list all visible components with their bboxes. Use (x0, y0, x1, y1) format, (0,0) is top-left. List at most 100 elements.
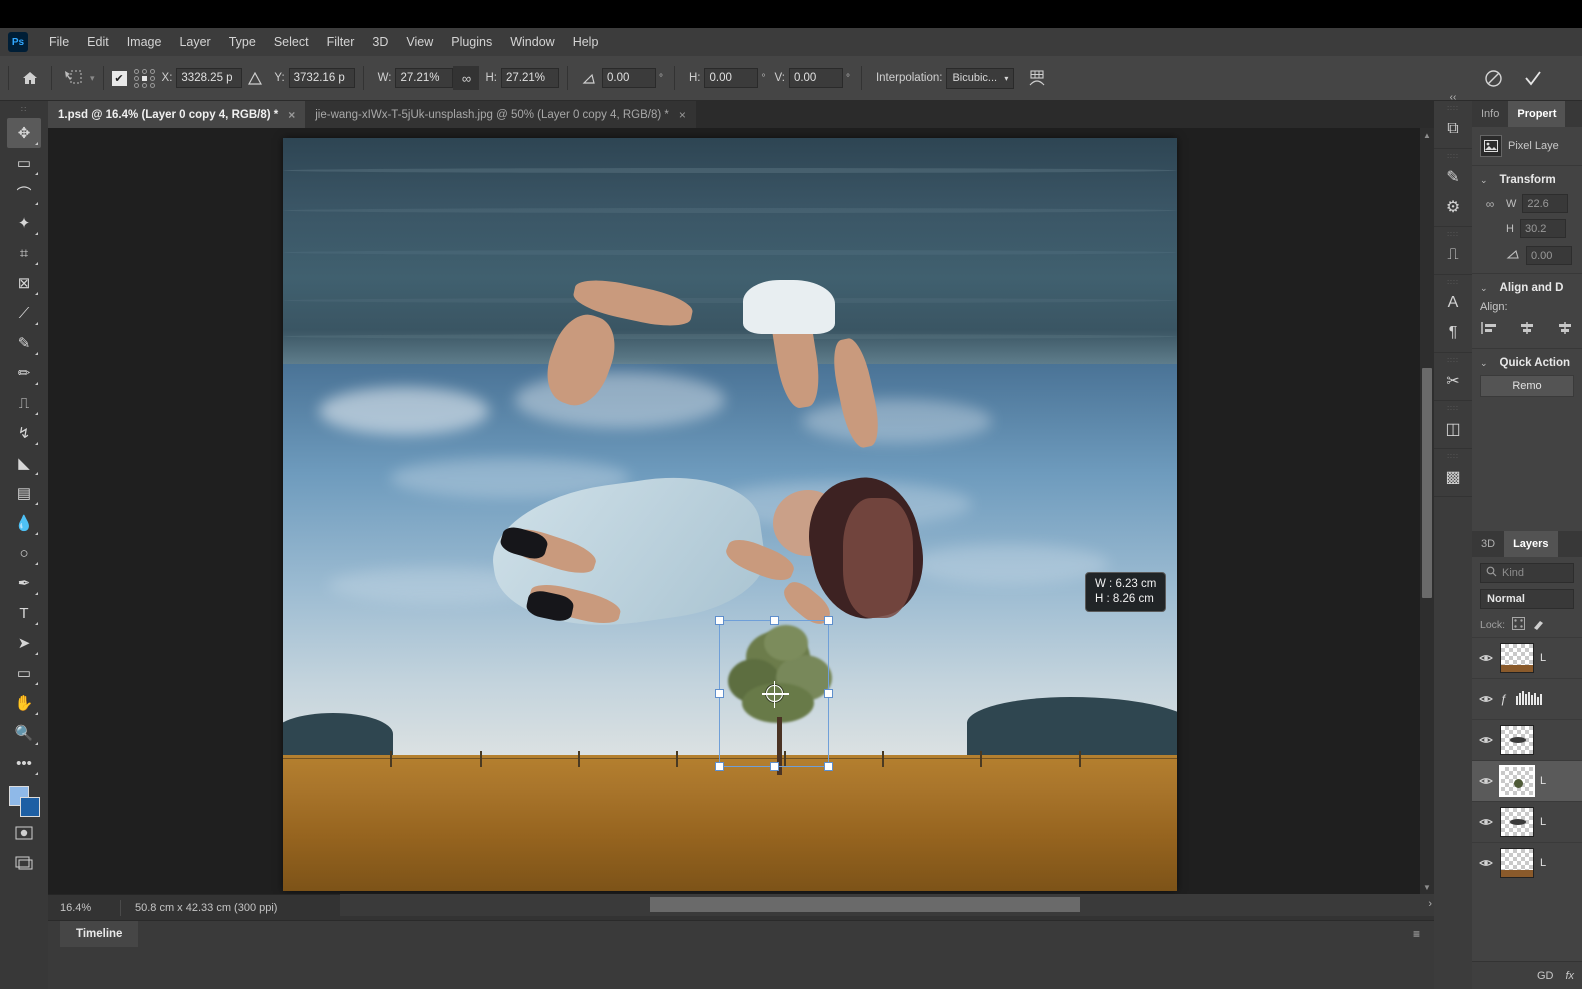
panel-grip[interactable]: :::: (1447, 405, 1459, 412)
handle-bottom-center[interactable] (769, 762, 779, 771)
character-panel-icon[interactable]: A (1438, 288, 1468, 318)
menu-item-type[interactable]: Type (220, 31, 265, 53)
quick-mask-icon[interactable] (7, 818, 41, 848)
tab-layers[interactable]: Layers (1504, 531, 1558, 557)
clone-stamp-tool[interactable]: ⎍ (7, 388, 41, 418)
history-brush-tool[interactable]: ↯ (7, 418, 41, 448)
layer-row[interactable]: ƒ (1472, 678, 1582, 719)
close-icon[interactable]: × (288, 108, 295, 122)
edit-toolbar-tool[interactable]: ••• (7, 748, 41, 778)
status-right-arrow[interactable]: › (1428, 898, 1432, 910)
layer-thumbnail[interactable] (1500, 848, 1534, 878)
hand-tool[interactable]: ✋ (7, 688, 41, 718)
dodge-tool[interactable]: ○ (7, 538, 41, 568)
remove-background-button[interactable]: Remo (1480, 375, 1574, 397)
menu-item-file[interactable]: File (40, 31, 78, 53)
menu-item-3d[interactable]: 3D (363, 31, 397, 53)
relative-position-icon[interactable] (242, 65, 268, 91)
menu-item-plugins[interactable]: Plugins (442, 31, 501, 53)
panel-grip[interactable]: ∷ (21, 105, 27, 114)
handle-middle-left[interactable] (715, 689, 724, 698)
crop-tool[interactable]: ⌗ (7, 238, 41, 268)
transform-reference-point[interactable] (761, 681, 789, 708)
lock-image-pixels-icon[interactable] (1532, 617, 1545, 633)
layer-visibility-icon[interactable] (1478, 858, 1494, 868)
eraser-tool[interactable]: ◣ (7, 448, 41, 478)
panel-grip[interactable]: :::: (1447, 453, 1459, 460)
layer-filter-input[interactable]: Kind (1480, 563, 1574, 583)
layer-visibility-icon[interactable] (1478, 776, 1494, 786)
align-right-icon[interactable] (1556, 321, 1574, 340)
object-selection-tool[interactable]: ✦ (7, 208, 41, 238)
chevron-down-icon[interactable]: ⌄ (1480, 358, 1488, 369)
home-icon[interactable] (17, 65, 43, 91)
layer-thumbnail[interactable] (1500, 807, 1534, 837)
angle-input[interactable]: 0.00 (601, 68, 656, 88)
transform-bounding-box[interactable] (715, 616, 833, 771)
link-layers-icon[interactable]: GD (1537, 970, 1554, 982)
skew-h-input[interactable]: 0.00 (704, 68, 759, 88)
y-input[interactable]: 3732.16 p (288, 68, 355, 88)
panel-grip[interactable]: :::: (1447, 153, 1459, 160)
layer-row[interactable]: L (1472, 760, 1582, 801)
tab-properties[interactable]: Propert (1508, 101, 1566, 127)
handle-top-right[interactable] (824, 616, 833, 625)
horizontal-type-tool[interactable]: T (7, 598, 41, 628)
brush-presets-icon[interactable]: ⚙ (1438, 192, 1468, 222)
interpolation-select[interactable]: Bicubic... ▾ (946, 67, 1015, 89)
rectangular-marquee-tool[interactable]: ▭ (7, 148, 41, 178)
transform-angle-input[interactable]: 0.00 (1526, 246, 1572, 265)
layer-styles-icon[interactable]: fx (1565, 970, 1574, 982)
handle-bottom-left[interactable] (715, 762, 724, 771)
scroll-down-icon[interactable]: ▼ (1420, 880, 1434, 894)
blur-tool[interactable]: 💧 (7, 508, 41, 538)
warp-icon[interactable] (1024, 65, 1050, 91)
menu-item-image[interactable]: Image (118, 31, 171, 53)
menu-item-filter[interactable]: Filter (318, 31, 364, 53)
h-input[interactable]: 27.21% (500, 68, 559, 88)
layer-row[interactable]: L (1472, 637, 1582, 678)
tab-3d[interactable]: 3D (1472, 531, 1504, 557)
pen-tool[interactable]: ✒ (7, 568, 41, 598)
handle-bottom-right[interactable] (824, 762, 833, 771)
layer-thumbnail[interactable] (1500, 725, 1534, 755)
lock-transparent-pixels-icon[interactable] (1512, 617, 1526, 633)
menu-item-help[interactable]: Help (564, 31, 608, 53)
cancel-transform-icon[interactable] (1480, 65, 1506, 91)
panel-grip[interactable]: :::: (1447, 231, 1459, 238)
tool-presets-icon[interactable]: ✂ (1438, 366, 1468, 396)
layer-visibility-icon[interactable] (1478, 694, 1494, 704)
toggle-reference-point-checkbox[interactable]: ✔ (111, 70, 127, 86)
layer-thumbnail[interactable] (1500, 643, 1534, 673)
chevron-down-icon[interactable]: ⌄ (1480, 283, 1488, 294)
chevron-down-icon[interactable]: ▾ (90, 73, 95, 84)
menu-item-edit[interactable]: Edit (78, 31, 118, 53)
layer-row[interactable]: L (1472, 842, 1582, 883)
gradient-tool[interactable]: ▤ (7, 478, 41, 508)
vertical-scroll-thumb[interactable] (1422, 368, 1432, 598)
skew-v-input[interactable]: 0.00 (788, 68, 843, 88)
handle-top-center[interactable] (769, 616, 779, 625)
menu-item-layer[interactable]: Layer (170, 31, 219, 53)
adjustments-icon[interactable]: ▩ (1438, 462, 1468, 492)
color-swatches[interactable] (7, 784, 41, 818)
frame-tool[interactable]: ⊠ (7, 268, 41, 298)
brush-tool[interactable]: ✏ (7, 358, 41, 388)
layer-thumbnail[interactable] (1499, 765, 1535, 797)
screen-mode-icon[interactable] (7, 848, 41, 878)
move-tool[interactable]: ✥ (7, 118, 41, 148)
layer-visibility-icon[interactable] (1478, 653, 1494, 663)
horizontal-scroll-thumb[interactable] (650, 897, 1080, 912)
layer-row[interactable]: L (1472, 801, 1582, 842)
menu-item-select[interactable]: Select (265, 31, 318, 53)
handle-top-left[interactable] (715, 616, 724, 625)
libraries-icon[interactable]: ◫ (1438, 414, 1468, 444)
x-input[interactable]: 3328.25 p (176, 68, 243, 88)
link-dimensions-icon[interactable]: ∞ (1480, 197, 1500, 211)
spot-healing-brush-tool[interactable]: ✎ (7, 328, 41, 358)
background-color-swatch[interactable] (20, 797, 40, 817)
layer-row[interactable] (1472, 719, 1582, 760)
tab-timeline[interactable]: Timeline (60, 921, 139, 947)
close-icon[interactable]: × (679, 108, 686, 122)
rectangle-tool[interactable]: ▭ (7, 658, 41, 688)
